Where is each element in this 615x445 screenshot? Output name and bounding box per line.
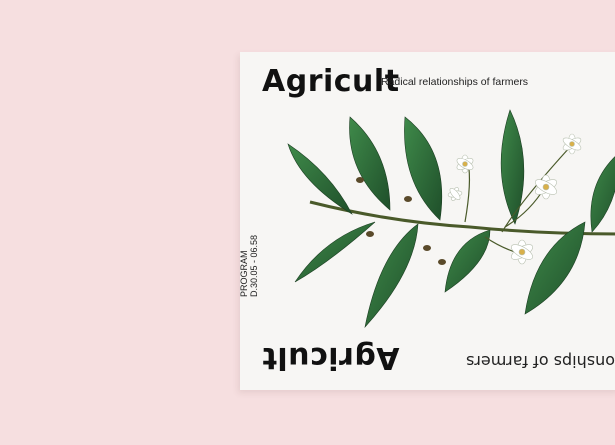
poster-title-flipped: Agricult <box>262 340 400 375</box>
poster-title: Agricult <box>262 64 400 99</box>
leaves-upper <box>287 109 615 233</box>
leaves-lower <box>294 221 586 329</box>
poster: Agricult Radical relationships of farmer… <box>240 52 615 390</box>
program-date-range: D.30.05 - 06.58 <box>249 234 259 297</box>
poster-subtitle-flipped: tionships of farmers <box>466 352 615 371</box>
poster-subtitle: Radical relationships of farmers <box>381 76 529 88</box>
program-label: PROGRAM <box>240 250 249 297</box>
program-dates: PROGRAM D.30.05 - 06.58 <box>240 235 259 297</box>
